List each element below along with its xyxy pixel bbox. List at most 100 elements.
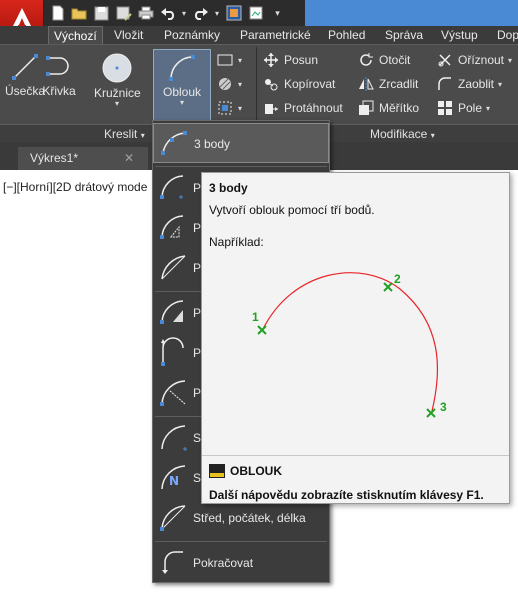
- arc-continue-item[interactable]: Pokračovat: [153, 543, 329, 583]
- arc-start-end-radius-label: P: [193, 386, 202, 400]
- point-marker-1: [257, 325, 267, 335]
- workspace-icon[interactable]: [224, 4, 243, 22]
- arc-center-start-length-label: Střed, počátek, délka: [193, 511, 306, 525]
- save-as-icon[interactable]: [114, 4, 133, 22]
- draw-panel-title[interactable]: Kreslit ▾: [104, 125, 145, 143]
- arc-start-center-angle-label: P: [193, 221, 202, 235]
- redo-icon[interactable]: [191, 4, 210, 22]
- arc-3-points-item[interactable]: 3 body: [153, 123, 329, 163]
- chevron-down-icon: ▾: [179, 98, 184, 107]
- chevron-down-icon: ▾: [430, 131, 435, 140]
- rectangle-button[interactable]: ▾: [216, 49, 242, 71]
- circle-label: Kružnice: [94, 86, 141, 100]
- copy-button[interactable]: Kopírovat: [262, 73, 335, 95]
- stretch-icon: [262, 99, 280, 117]
- mirror-icon: [357, 75, 375, 93]
- chevron-down-icon: ▾: [508, 55, 513, 65]
- modify-panel-title[interactable]: Modifikace ▾: [370, 125, 435, 143]
- arc-start-end-direction-icon: [161, 337, 184, 366]
- customize-toolbar-icon[interactable]: ▾: [268, 4, 287, 22]
- ribbon-tabs: Výchozí Vložit Poznámky Parametrické Poh…: [0, 26, 518, 44]
- rotate-button[interactable]: Otočit: [357, 49, 410, 71]
- tab-home[interactable]: Výchozí: [48, 26, 103, 44]
- copy-label: Kopírovat: [284, 77, 336, 91]
- dropdown-icon[interactable]: ▾: [180, 4, 188, 22]
- save-icon[interactable]: [92, 4, 111, 22]
- arc-continue-label: Pokračovat: [193, 556, 254, 570]
- polyline-label: Křivka: [42, 84, 76, 98]
- array-icon: [436, 99, 454, 117]
- point-marker-2: [383, 282, 393, 292]
- print-icon[interactable]: [136, 4, 155, 22]
- boundary-button[interactable]: ▾: [216, 97, 242, 119]
- arc-start-center-end-label: P: [193, 181, 202, 195]
- arc-start-end-angle-label: P: [193, 306, 202, 320]
- array-button[interactable]: Pole ▾: [436, 97, 490, 119]
- fillet-button[interactable]: Zaoblit ▾: [436, 73, 502, 95]
- trim-label: Oříznout: [458, 53, 505, 67]
- arc-start-end-angle-icon: [160, 300, 184, 324]
- arc-icon: [169, 55, 195, 81]
- circle-icon: [102, 53, 132, 83]
- open-icon[interactable]: [70, 4, 89, 22]
- close-icon[interactable]: ✕: [124, 147, 134, 170]
- command-line-icon: [209, 464, 225, 478]
- tab-view[interactable]: Pohled: [323, 26, 370, 44]
- arc-start-end-radius-icon: [160, 380, 186, 406]
- tooltip-command-name: OBLOUK: [230, 464, 282, 478]
- chevron-down-icon: ▾: [238, 103, 243, 113]
- point-label-3: 3: [440, 400, 447, 414]
- draw-panel-label: Kreslit: [104, 127, 138, 141]
- circle-button[interactable]: Kružnice ▾: [94, 49, 141, 121]
- arc-3-points-label: 3 body: [194, 137, 231, 151]
- trim-button[interactable]: Oříznout ▾: [436, 49, 512, 71]
- polyline-icon: [46, 56, 69, 76]
- arc-curve: [261, 272, 439, 412]
- menu-separator: [155, 541, 327, 542]
- arc-center-start-length-icon: [160, 505, 186, 531]
- tab-parametric[interactable]: Parametrické: [235, 26, 316, 44]
- document-tab-label: Výkres1*: [30, 151, 79, 165]
- arc-center-start-end-icon: [161, 425, 187, 451]
- arc-start-center-end-icon: [160, 175, 184, 199]
- arc-button[interactable]: Oblouk ▾: [153, 49, 211, 121]
- plot-icon[interactable]: [246, 4, 265, 22]
- tab-insert[interactable]: Vložit: [109, 26, 148, 44]
- tab-annotate[interactable]: Poznámky: [159, 26, 225, 44]
- scale-label: Měřítko: [379, 101, 420, 115]
- arc-center-start-length-item[interactable]: Střed, počátek, délka: [153, 498, 329, 538]
- dropdown-icon[interactable]: ▾: [213, 4, 221, 22]
- tooltip-title: 3 body: [209, 181, 248, 195]
- tooltip-help-text: Další nápovědu zobrazíte stisknutím kláv…: [209, 488, 484, 502]
- tooltip-description: Vytvoří oblouk pomocí tří bodů.: [209, 203, 375, 217]
- mirror-button[interactable]: Zrcadlit: [357, 73, 418, 95]
- tab-addins[interactable]: Dop: [492, 26, 518, 44]
- stretch-button[interactable]: Protáhnout: [262, 97, 343, 119]
- viewport-controls[interactable]: [−][Horní][2D drátový mode: [3, 180, 147, 194]
- autocad-window: ▾ ▾ ▾ Výchozí Vložit Poznámky Parametric…: [0, 0, 518, 595]
- scale-button[interactable]: Měřítko: [357, 97, 419, 119]
- polyline-button[interactable]: Křivka: [36, 49, 82, 121]
- document-tab[interactable]: Výkres1* ✕: [18, 147, 148, 170]
- menu-separator: [155, 166, 327, 167]
- svg-text:N: N: [169, 474, 179, 488]
- new-icon[interactable]: [48, 4, 67, 22]
- move-button[interactable]: Posun: [262, 49, 318, 71]
- rotate-icon: [357, 51, 375, 69]
- stretch-label: Protáhnout: [284, 101, 343, 115]
- point-label-2: 2: [394, 272, 401, 286]
- title-bar: [305, 0, 518, 26]
- arc-start-center-angle-icon: [160, 215, 184, 239]
- boundary-icon: [216, 99, 234, 117]
- arc-center-start-angle-icon: N: [161, 465, 186, 490]
- hatch-button[interactable]: ▾: [216, 73, 242, 95]
- chevron-down-icon: ▾: [238, 55, 243, 65]
- arc-3-points-icon: [161, 131, 187, 155]
- arc-label: Oblouk: [162, 85, 202, 99]
- arc-start-center-length-icon: [161, 255, 186, 280]
- tab-output[interactable]: Výstup: [436, 26, 483, 44]
- tab-manage[interactable]: Správa: [380, 26, 428, 44]
- undo-icon[interactable]: [158, 4, 177, 22]
- move-icon: [262, 51, 280, 69]
- point-marker-3: [426, 408, 436, 418]
